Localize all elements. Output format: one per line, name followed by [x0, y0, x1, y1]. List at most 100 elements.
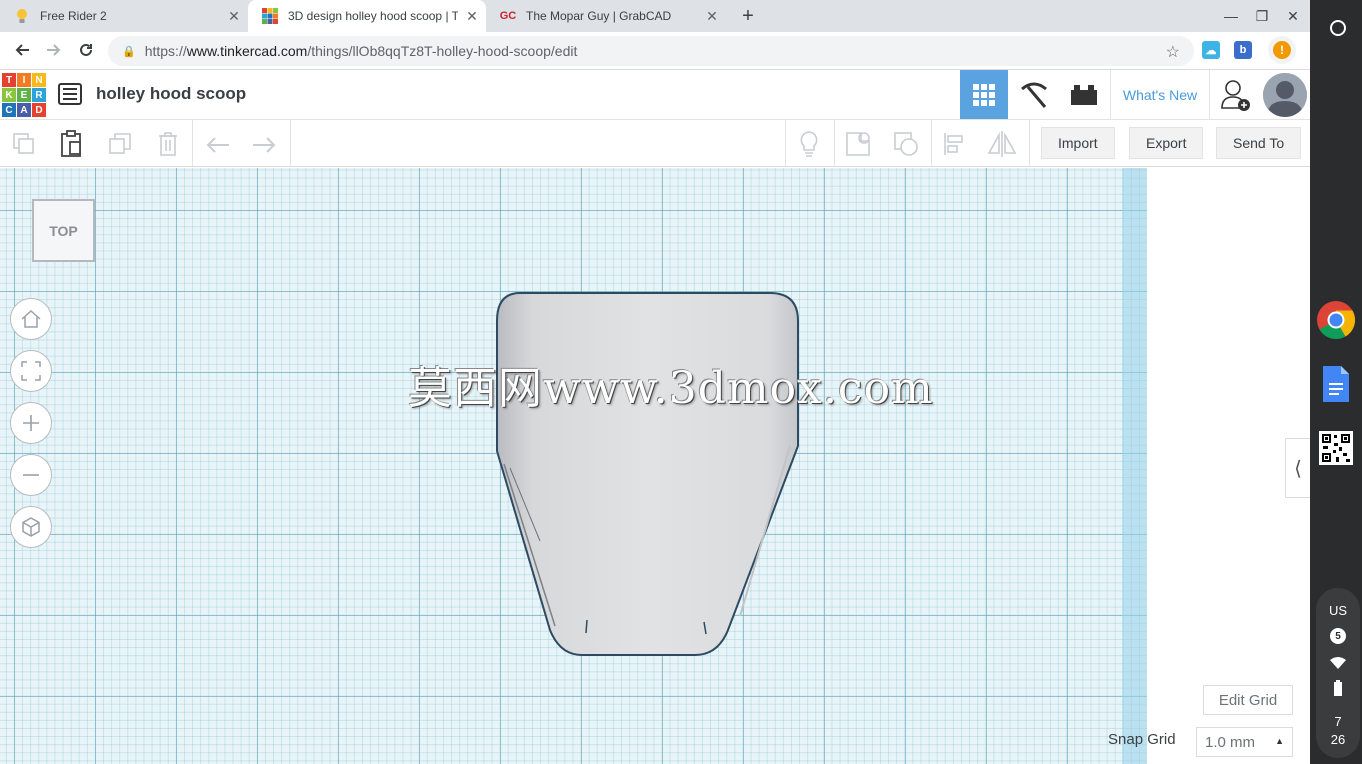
tab-title: The Mopar Guy | GrabCAD — [526, 9, 672, 23]
whats-new-link[interactable]: What's New — [1110, 70, 1210, 119]
minus-icon — [23, 474, 39, 476]
close-tab-icon[interactable]: ✕ — [220, 8, 248, 25]
tinkercad-logo[interactable]: T I N K E R C A D — [2, 73, 46, 117]
docs-app-icon[interactable] — [1316, 364, 1356, 404]
minimize-icon[interactable]: — — [1215, 0, 1247, 32]
restore-icon[interactable]: ❐ — [1246, 0, 1278, 32]
logo-letter: R — [32, 88, 46, 102]
hood-scoop-shape[interactable] — [490, 286, 806, 664]
qr-code-app-icon[interactable] — [1316, 428, 1356, 468]
tab-tinkercad[interactable]: 3D design holley hood scoop | Ti ✕ — [248, 0, 486, 32]
back-icon[interactable] — [8, 36, 36, 64]
reload-icon[interactable] — [72, 36, 100, 64]
lightbulb-icon[interactable] — [793, 128, 825, 160]
tinkercad-icon — [262, 8, 278, 24]
redo-icon[interactable] — [248, 128, 280, 160]
copy-icon[interactable] — [8, 128, 40, 160]
perspective-button[interactable] — [10, 506, 52, 548]
logo-letter: A — [17, 103, 31, 117]
view-cube[interactable]: TOP — [32, 199, 95, 262]
undo-icon[interactable] — [202, 128, 234, 160]
chrome-app-icon[interactable] — [1316, 300, 1356, 340]
export-button[interactable]: Export — [1129, 127, 1204, 159]
import-button[interactable]: Import — [1041, 127, 1115, 159]
keyboard-locale: US — [1328, 603, 1348, 618]
bricks-view-button[interactable] — [1060, 70, 1108, 119]
avatar[interactable] — [1263, 73, 1307, 117]
logo-letter: D — [32, 103, 46, 117]
toolbar-divider — [834, 120, 835, 166]
address-bar[interactable]: 🔒 https:// www.tinkercad.com /things/llO… — [108, 36, 1194, 66]
grabcad-icon: GC — [499, 10, 517, 22]
design-list-icon[interactable] — [58, 83, 82, 105]
toolbar-divider — [931, 120, 932, 166]
logo-letter: T — [2, 73, 16, 87]
mirror-icon[interactable] — [986, 128, 1018, 160]
blocks-view-button[interactable] — [1010, 70, 1058, 119]
tinkercad-header: T I N K E R C A D holley hood scoop What… — [0, 70, 1310, 120]
pickaxe-icon — [1021, 82, 1047, 108]
zoom-in-button[interactable] — [10, 402, 52, 444]
close-tab-icon[interactable]: ✕ — [698, 8, 726, 25]
logo-letter: I — [17, 73, 31, 87]
url-scheme: https:// — [144, 43, 187, 59]
workplane-edge — [1122, 168, 1147, 764]
logo-letter: E — [17, 88, 31, 102]
snap-grid-value: 1.0 mm — [1205, 733, 1256, 751]
duplicate-icon[interactable] — [104, 128, 136, 160]
snap-grid-select[interactable]: 1.0 mm ▲ — [1196, 727, 1293, 757]
zoom-out-button[interactable] — [10, 454, 52, 496]
home-icon — [21, 309, 41, 328]
dropdown-arrow-icon: ▲ — [1275, 736, 1284, 746]
tab-title: Free Rider 2 — [40, 9, 107, 23]
tab-free-rider[interactable]: Free Rider 2 ✕ — [0, 0, 248, 32]
fit-icon — [21, 361, 41, 381]
paste-icon[interactable] — [55, 128, 87, 160]
toolbar-divider — [785, 120, 786, 166]
clock-hour: 7 — [1334, 714, 1342, 729]
browser-tab-strip: Free Rider 2 ✕ 3D design holley hood sco… — [0, 0, 1310, 32]
grid-icon — [973, 83, 995, 106]
new-tab-button[interactable]: + — [734, 4, 762, 28]
toolbar-divider — [1029, 120, 1030, 166]
lightbulb-icon — [14, 8, 30, 24]
profile-warning-icon[interactable]: ! — [1268, 36, 1296, 64]
cloud-extension-icon[interactable]: ☁ — [1202, 41, 1220, 59]
url-path: /things/llOb8qqTz8T-holley-hood-scoop/ed… — [307, 43, 578, 59]
trash-icon[interactable] — [152, 128, 184, 160]
b-extension-icon[interactable]: b — [1234, 41, 1252, 59]
collapse-panel-button[interactable]: ⟨ — [1285, 438, 1310, 498]
close-tab-icon[interactable]: ✕ — [458, 8, 486, 25]
align-icon[interactable] — [939, 128, 971, 160]
ungroup-icon[interactable] — [890, 128, 922, 160]
logo-letter: K — [2, 88, 16, 102]
fit-view-button[interactable] — [10, 350, 52, 392]
3d-view-button[interactable] — [960, 70, 1008, 119]
tab-title: 3D design holley hood scoop | Ti — [288, 9, 458, 23]
launcher-icon[interactable] — [1322, 12, 1354, 44]
toolbar-divider — [290, 120, 291, 166]
logo-letter: C — [2, 103, 16, 117]
close-window-icon[interactable]: ✕ — [1277, 0, 1309, 32]
notification-badge: 5 — [1330, 628, 1346, 644]
toolbar-divider — [192, 120, 193, 166]
forward-icon[interactable] — [40, 36, 68, 64]
bookmark-star-icon[interactable]: ☆ — [1166, 42, 1180, 62]
wifi-icon — [1330, 656, 1346, 674]
brick-icon — [1071, 84, 1097, 105]
browser-toolbar: 🔒 https:// www.tinkercad.com /things/llO… — [0, 32, 1310, 70]
home-view-button[interactable] — [10, 298, 52, 340]
clock-minute: 26 — [1330, 732, 1346, 747]
group-icon[interactable] — [842, 128, 874, 160]
send-to-button[interactable]: Send To — [1216, 127, 1302, 159]
design-title[interactable]: holley hood scoop — [96, 84, 246, 104]
edit-toolbar: Import Export Send To — [0, 120, 1310, 167]
tab-grabcad[interactable]: GC The Mopar Guy | GrabCAD ✕ — [486, 0, 726, 32]
chevron-left-icon: ⟨ — [1294, 457, 1302, 480]
logo-letter: N — [32, 73, 46, 87]
add-user-icon — [1221, 79, 1250, 111]
cube-icon — [22, 517, 40, 537]
lock-icon: 🔒 — [122, 45, 136, 58]
edit-grid-button[interactable]: Edit Grid — [1203, 685, 1293, 715]
add-user-button[interactable] — [1212, 70, 1260, 119]
